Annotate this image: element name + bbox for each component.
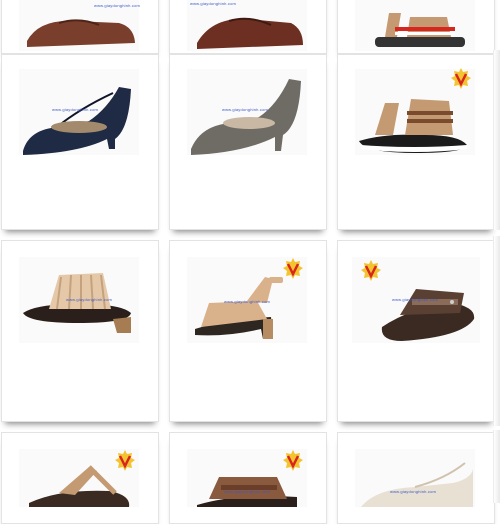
product-card-row1-col3[interactable] <box>337 0 495 54</box>
product-card-row2-col2[interactable]: www.giaydonghinh.com <box>169 54 327 230</box>
product-card-row4-col1[interactable] <box>1 432 159 524</box>
stiletto-grey-icon <box>191 79 301 155</box>
watermark: www.giaydonghinh.com <box>66 297 113 302</box>
quality-badge-icon <box>361 260 381 281</box>
product-card-row3-col1[interactable]: www.giaydonghinh.com <box>1 240 159 422</box>
watermark: www.giaydonghinh.com <box>52 107 99 112</box>
product-card-row1-col2[interactable]: www.giaydonghinh.com <box>169 0 327 54</box>
watermark: www.giaydonghinh.com <box>392 297 439 302</box>
watermark: www.giaydonghinh.com <box>222 107 269 112</box>
watermark: www.giaydonghinh.com <box>190 1 237 6</box>
mens-loafer-icon <box>197 17 303 49</box>
scroll-edge <box>493 50 500 230</box>
product-card-row4-col2[interactable]: www.giaydonghinh.com <box>169 432 327 524</box>
quality-badge-icon <box>451 68 471 89</box>
flat-cream-icon <box>361 462 473 507</box>
scroll-edge <box>493 430 500 503</box>
product-card-row2-col1[interactable]: www.giaydonghinh.com <box>1 54 159 230</box>
product-image[interactable] <box>19 69 139 155</box>
watermark: www.giaydonghinh.com <box>390 489 437 494</box>
product-image[interactable] <box>355 0 475 51</box>
scroll-edge <box>493 236 500 426</box>
pump-navy-icon <box>23 87 131 155</box>
watermark: www.giaydonghinh.com <box>224 299 271 304</box>
product-image[interactable] <box>355 449 475 507</box>
product-image[interactable] <box>187 69 307 155</box>
strap-sandal-icon <box>375 13 465 47</box>
product-card-row4-col3[interactable]: www.giaydonghinh.com <box>337 432 495 524</box>
quality-badge-icon <box>283 258 303 279</box>
product-card-row3-col2[interactable]: www.giaydonghinh.com <box>169 240 327 422</box>
product-card-row1-col1[interactable]: www.giaydonghinh.com <box>1 0 159 54</box>
quality-badge-icon <box>283 450 303 471</box>
product-image[interactable] <box>187 0 307 51</box>
watermark: www.giaydonghinh.com <box>94 3 141 8</box>
product-card-row3-col3[interactable]: www.giaydonghinh.com <box>337 240 495 422</box>
product-card-row2-col3[interactable] <box>337 54 495 230</box>
watermark: www.giaydonghinh.com <box>224 489 271 494</box>
quality-badge-icon <box>115 450 135 471</box>
